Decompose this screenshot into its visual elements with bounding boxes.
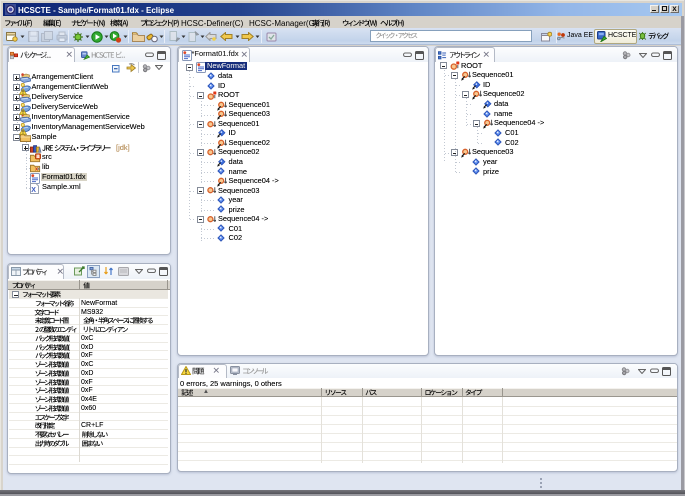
- svg-text:X: X: [31, 187, 36, 194]
